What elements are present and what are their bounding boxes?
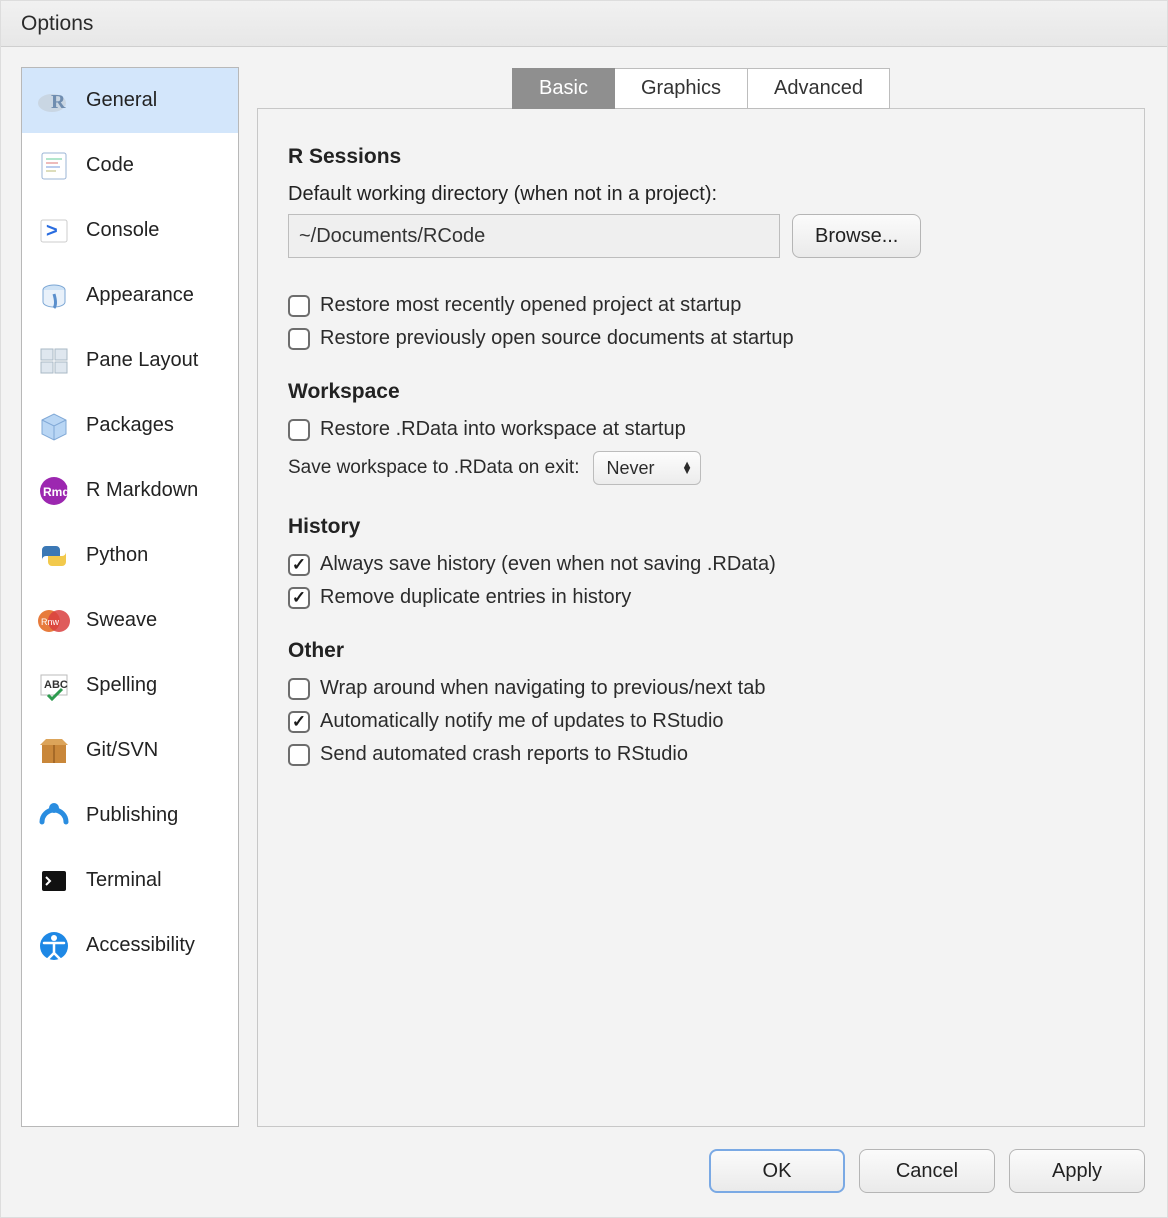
window-titlebar: Options <box>1 1 1167 47</box>
sidebar-item-label: Git/SVN <box>86 739 158 762</box>
sidebar-item-general[interactable]: R General <box>22 68 238 133</box>
crash-reports-checkbox[interactable] <box>288 744 310 766</box>
svg-text:ABC: ABC <box>44 679 68 691</box>
save-workspace-value: Never <box>606 458 654 479</box>
notify-updates-row[interactable]: Automatically notify me of updates to RS… <box>288 710 1114 733</box>
sidebar-item-label: Terminal <box>86 869 162 892</box>
console-prompt-icon: > <box>36 213 72 249</box>
terminal-icon <box>36 863 72 899</box>
restore-project-checkbox[interactable] <box>288 295 310 317</box>
sidebar-item-pane-layout[interactable]: Pane Layout <box>22 328 238 393</box>
restore-project-label: Restore most recently opened project at … <box>320 294 741 317</box>
options-panel: R Sessions Default working directory (wh… <box>257 108 1145 1127</box>
r-markdown-icon: Rmd <box>36 473 72 509</box>
restore-docs-checkbox[interactable] <box>288 328 310 350</box>
ok-button[interactable]: OK <box>709 1149 845 1193</box>
always-save-history-label: Always save history (even when not savin… <box>320 553 776 576</box>
restore-rdata-checkbox[interactable] <box>288 419 310 441</box>
sidebar-item-label: Publishing <box>86 804 178 827</box>
section-r-sessions: R Sessions <box>288 145 1114 169</box>
working-dir-label: Default working directory (when not in a… <box>288 183 1114 206</box>
remove-dups-checkbox[interactable] <box>288 587 310 609</box>
working-dir-input[interactable] <box>288 214 780 258</box>
always-save-history-checkbox[interactable] <box>288 554 310 576</box>
restore-project-row[interactable]: Restore most recently opened project at … <box>288 294 1114 317</box>
svg-text:>: > <box>46 220 58 242</box>
sidebar-item-console[interactable]: > Console <box>22 198 238 263</box>
sidebar-item-spelling[interactable]: ABC Spelling <box>22 653 238 718</box>
sidebar-item-label: Pane Layout <box>86 349 198 372</box>
window-body: R General Code > Console App <box>1 47 1167 1139</box>
options-window: Options R General Code > Console <box>0 0 1168 1218</box>
dialog-footer: OK Cancel Apply <box>1 1139 1167 1217</box>
remove-dups-row[interactable]: Remove duplicate entries in history <box>288 586 1114 609</box>
wrap-tabs-row[interactable]: Wrap around when navigating to previous/… <box>288 677 1114 700</box>
python-icon <box>36 538 72 574</box>
sidebar-item-terminal[interactable]: Terminal <box>22 848 238 913</box>
sidebar-item-appearance[interactable]: Appearance <box>22 263 238 328</box>
sidebar-item-label: Python <box>86 544 148 567</box>
tab-graphics[interactable]: Graphics <box>615 68 748 109</box>
r-logo-icon: R <box>36 83 72 119</box>
sidebar-item-git-svn[interactable]: Git/SVN <box>22 718 238 783</box>
apply-button[interactable]: Apply <box>1009 1149 1145 1193</box>
accessibility-icon <box>36 928 72 964</box>
crash-reports-row[interactable]: Send automated crash reports to RStudio <box>288 743 1114 766</box>
crash-reports-label: Send automated crash reports to RStudio <box>320 743 688 766</box>
wrap-tabs-checkbox[interactable] <box>288 678 310 700</box>
svg-text:Rmd: Rmd <box>43 485 70 499</box>
cancel-button[interactable]: Cancel <box>859 1149 995 1193</box>
save-workspace-label: Save workspace to .RData on exit: <box>288 457 579 479</box>
svg-text:Rnw: Rnw <box>41 617 60 627</box>
spellcheck-icon: ABC <box>36 668 72 704</box>
sidebar-item-sweave[interactable]: Rnw Sweave <box>22 588 238 653</box>
always-save-history-row[interactable]: Always save history (even when not savin… <box>288 553 1114 576</box>
section-workspace: Workspace <box>288 380 1114 404</box>
sidebar-item-label: General <box>86 89 157 112</box>
sidebar-item-code[interactable]: Code <box>22 133 238 198</box>
sidebar-item-publishing[interactable]: Publishing <box>22 783 238 848</box>
restore-docs-label: Restore previously open source documents… <box>320 327 794 350</box>
sidebar-item-python[interactable]: Python <box>22 523 238 588</box>
restore-docs-row[interactable]: Restore previously open source documents… <box>288 327 1114 350</box>
svg-text:R: R <box>51 91 66 113</box>
sidebar-item-accessibility[interactable]: Accessibility <box>22 913 238 978</box>
browse-button[interactable]: Browse... <box>792 214 921 258</box>
sidebar-item-packages[interactable]: Packages <box>22 393 238 458</box>
sidebar-item-label: Sweave <box>86 609 157 632</box>
notify-updates-label: Automatically notify me of updates to RS… <box>320 710 724 733</box>
cardboard-box-icon <box>36 733 72 769</box>
sidebar-item-label: Appearance <box>86 284 194 307</box>
sidebar-item-label: Accessibility <box>86 934 195 957</box>
tab-basic[interactable]: Basic <box>512 68 615 109</box>
section-history: History <box>288 515 1114 539</box>
main-area: Basic Graphics Advanced R Sessions Defau… <box>257 67 1145 1127</box>
remove-dups-label: Remove duplicate entries in history <box>320 586 631 609</box>
publishing-icon <box>36 798 72 834</box>
paint-bucket-icon <box>36 278 72 314</box>
sidebar-item-label: R Markdown <box>86 479 198 502</box>
restore-rdata-row[interactable]: Restore .RData into workspace at startup <box>288 418 1114 441</box>
category-sidebar: R General Code > Console App <box>21 67 239 1127</box>
notify-updates-checkbox[interactable] <box>288 711 310 733</box>
restore-rdata-label: Restore .RData into workspace at startup <box>320 418 686 441</box>
sweave-icon: Rnw <box>36 603 72 639</box>
section-other: Other <box>288 639 1114 663</box>
tab-bar: Basic Graphics Advanced <box>512 68 890 109</box>
pane-layout-icon <box>36 343 72 379</box>
code-file-icon <box>36 148 72 184</box>
sidebar-item-label: Spelling <box>86 674 157 697</box>
save-workspace-select[interactable]: Never ▲▼ <box>593 451 701 485</box>
sidebar-item-label: Console <box>86 219 159 242</box>
sidebar-item-label: Code <box>86 154 134 177</box>
select-arrows-icon: ▲▼ <box>682 462 693 474</box>
sidebar-item-r-markdown[interactable]: Rmd R Markdown <box>22 458 238 523</box>
tab-advanced[interactable]: Advanced <box>748 68 890 109</box>
window-title: Options <box>21 12 93 36</box>
sidebar-item-label: Packages <box>86 414 174 437</box>
package-box-icon <box>36 408 72 444</box>
wrap-tabs-label: Wrap around when navigating to previous/… <box>320 677 765 700</box>
